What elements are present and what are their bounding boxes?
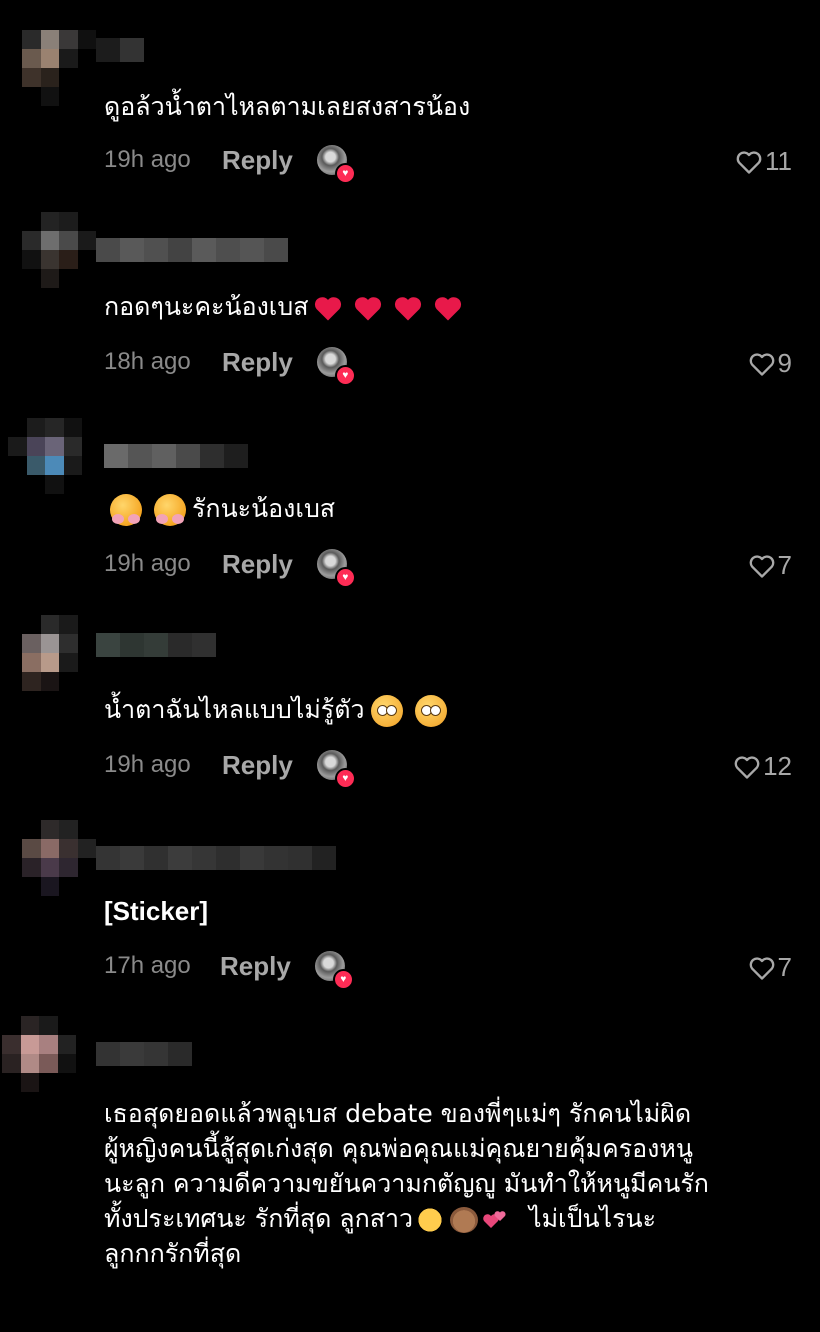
reply-button[interactable]: Reply [220, 951, 291, 982]
creator-liked-avatar: ♥ [316, 549, 356, 588]
comment-text-body: กอดๆนะคะน้องเบส [104, 292, 309, 321]
heart-icon: ♥ [332, 969, 354, 990]
timestamp: 19h ago [104, 751, 191, 778]
heart-outline-icon [736, 150, 762, 174]
like-button[interactable]: 11 [735, 146, 792, 177]
creator-liked-avatar: ♥ [316, 347, 356, 386]
comment-text-line: เธอสุดยอดแล้วพลูเบส debate ของพี่ๆแม่ๆ ร… [104, 1099, 692, 1128]
red-heart-icon [435, 297, 462, 321]
red-heart-icon [395, 297, 422, 321]
comment-text-line: ผู้หญิงคนนี้สู้สุดเก่งสุด คุณพ่อคุณแม่คุ… [104, 1134, 693, 1163]
creator-liked-avatar: ♥ [316, 145, 356, 184]
red-heart-icon [355, 297, 382, 321]
like-count: 9 [777, 348, 792, 378]
like-count: 7 [777, 550, 792, 580]
creator-liked-avatar: ♥ [316, 750, 356, 789]
reply-button[interactable]: Reply [222, 750, 293, 781]
heart-icon: ♥ [334, 567, 356, 588]
heart-outline-icon [734, 755, 760, 779]
comment-text: ดูอล้วน้ำตาไหลตามเลยสงสารน้อง [104, 92, 471, 121]
like-count: 7 [777, 952, 792, 982]
avatar[interactable] [22, 820, 96, 896]
bear-face-icon [450, 1207, 479, 1233]
heart-outline-icon [749, 554, 774, 578]
timestamp: 18h ago [104, 348, 191, 375]
username[interactable] [96, 633, 216, 657]
reply-button[interactable]: Reply [222, 549, 293, 580]
timestamp: 19h ago [104, 146, 191, 173]
comment-text-line: นะลูก ความดีความขยันความกตัญญู มันทำให้ห… [104, 1169, 709, 1198]
comment-text: น้ำตาฉันไหลแบบไม่รู้ตัว [104, 693, 453, 727]
username[interactable] [104, 444, 248, 468]
timestamp: 19h ago [104, 550, 191, 577]
like-button[interactable]: 7 [748, 952, 792, 983]
like-button[interactable]: 12 [733, 751, 792, 782]
avatar[interactable] [22, 615, 96, 691]
avatar[interactable] [2, 1016, 76, 1092]
comment-text-body: น้ำตาฉันไหลแบบไม่รู้ตัว [104, 695, 365, 724]
creator-liked-avatar: ♥ [314, 951, 354, 990]
two-hearts-icon [483, 1211, 506, 1228]
flushed-face-icon [370, 695, 403, 727]
avatar[interactable] [8, 418, 82, 494]
red-heart-icon [315, 297, 342, 321]
smiling-face-with-hearts-icon [110, 494, 142, 526]
username[interactable] [96, 1042, 192, 1066]
comment-text-segment: ไม่เป็นไรนะ [529, 1204, 657, 1233]
comment-text-segment: ทั้งประเทศนะ รักที่สุด ลูกสาว [104, 1204, 414, 1233]
username[interactable] [96, 38, 144, 62]
comment-text-line: ทั้งประเทศนะ รักที่สุด ลูกสาว ไม่เป็นไรน… [104, 1201, 794, 1236]
heart-icon: ♥ [334, 768, 356, 789]
heart-icon: ♥ [334, 365, 356, 386]
avatar[interactable] [22, 30, 96, 106]
heart-outline-icon [749, 352, 774, 376]
flushed-face-icon [414, 695, 447, 727]
comment-text-body: รักนะน้องเบส [192, 494, 336, 523]
heart-outline-icon [749, 956, 774, 980]
comment-text: [Sticker] [104, 896, 209, 926]
username[interactable] [96, 846, 336, 870]
like-count: 12 [763, 751, 792, 781]
comment-text: รักนะน้องเบส [104, 492, 335, 526]
avatar[interactable] [22, 212, 96, 288]
like-count: 11 [765, 146, 792, 176]
like-button[interactable]: 7 [748, 550, 792, 581]
reply-button[interactable]: Reply [222, 347, 293, 378]
smiling-face-with-hearts-icon [154, 494, 186, 526]
like-button[interactable]: 9 [748, 348, 792, 379]
reply-button[interactable]: Reply [222, 145, 293, 176]
comment-text-line: ลูกกกรักที่สุด [104, 1239, 242, 1268]
heart-hands-icon [416, 1207, 445, 1233]
comment-text: กอดๆนะคะน้องเบส [104, 290, 468, 324]
comment-text: เธอสุดยอดแล้วพลูเบส debate ของพี่ๆแม่ๆ ร… [104, 1096, 794, 1271]
heart-icon: ♥ [334, 163, 356, 184]
timestamp: 17h ago [104, 952, 191, 979]
username[interactable] [96, 238, 288, 262]
